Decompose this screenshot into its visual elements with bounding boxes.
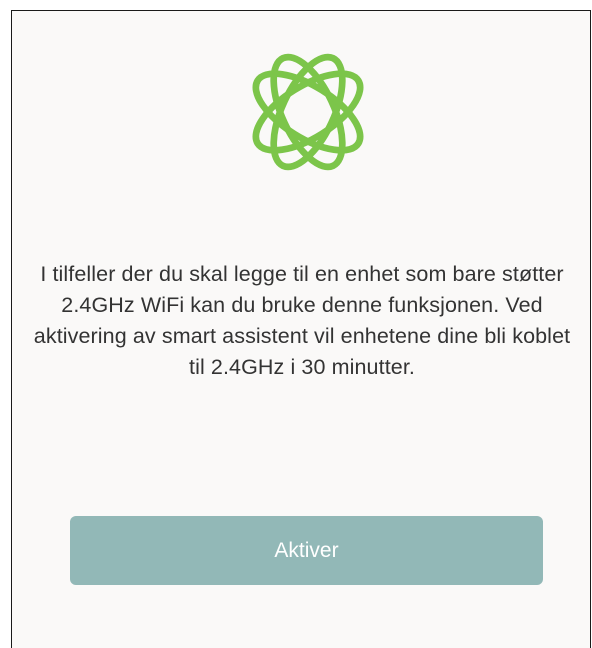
activate-button[interactable]: Aktiver (70, 516, 543, 585)
smart-assistant-screen: I tilfeller der du skal legge til en enh… (11, 10, 591, 648)
orbit-atom-icon (241, 43, 375, 181)
feature-description: I tilfeller der du skal legge til en enh… (33, 262, 571, 379)
